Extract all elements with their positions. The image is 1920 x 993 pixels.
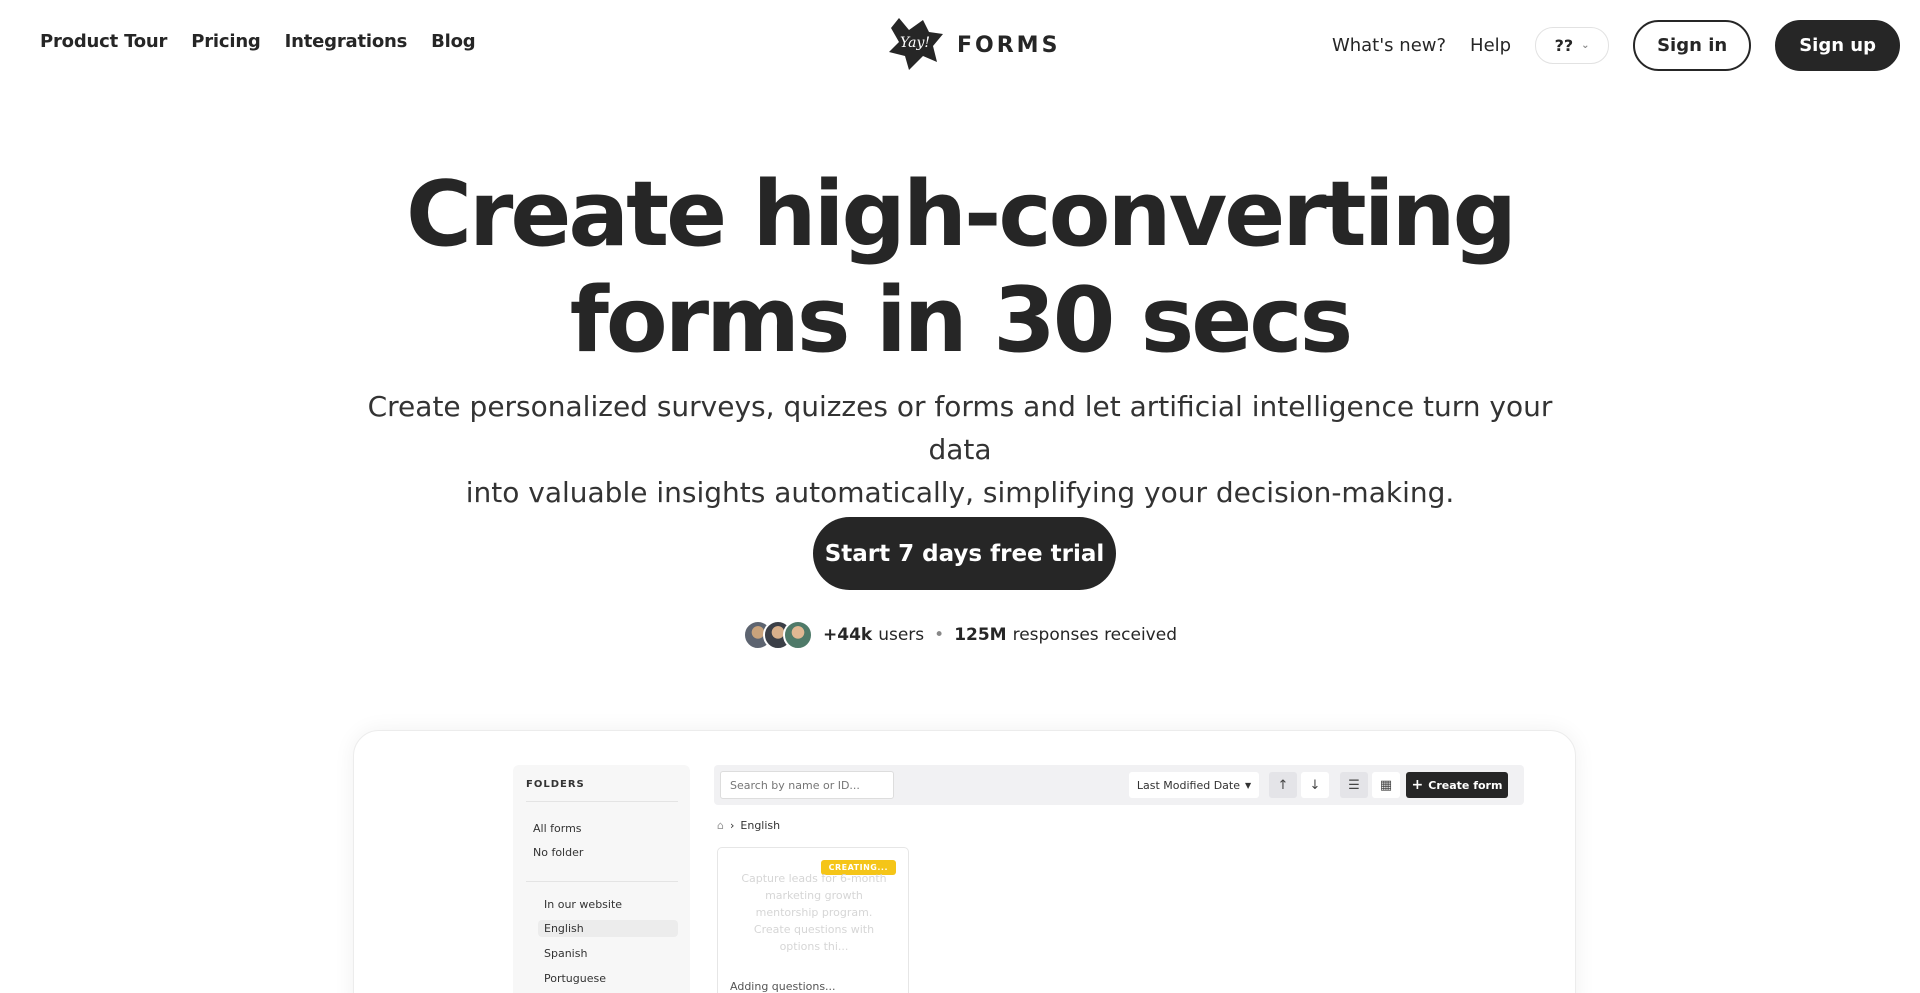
folders-panel: FOLDERS All forms No folder In our websi… (513, 765, 690, 993)
form-description: Capture leads for 6-month marketing grow… (741, 872, 887, 953)
arrow-up-icon: ↑ (1277, 777, 1289, 793)
separator-dot: • (934, 625, 945, 645)
language-select[interactable]: ?? ⌄ (1535, 27, 1610, 64)
plus-icon: + (1411, 777, 1424, 793)
responses-label: responses received (1012, 625, 1177, 645)
folder-all-forms[interactable]: All forms (533, 822, 582, 835)
hero-subtitle-line-2: into valuable insights automatically, si… (465, 476, 1455, 509)
breadcrumb-chevron-icon: › (729, 819, 735, 832)
hero-title-line-1: Create high-converting (405, 162, 1517, 267)
brand-name: FORMS (957, 32, 1061, 58)
responses-count: 125M (954, 625, 1007, 645)
language-value: ?? (1554, 36, 1574, 55)
folder-english[interactable]: English (538, 920, 678, 937)
start-trial-button[interactable]: Start 7 days free trial (813, 517, 1116, 590)
nav-integrations[interactable]: Integrations (285, 31, 408, 52)
grid-icon: ▦ (1379, 777, 1393, 793)
hero-title: Create high-converting forms in 30 secs (0, 162, 1920, 374)
sort-select[interactable]: Last Modified Date ▼ (1129, 772, 1259, 798)
nav-product-tour[interactable]: Product Tour (40, 31, 167, 52)
whats-new-link[interactable]: What's new? (1332, 35, 1446, 56)
form-card[interactable]: CREATING... Capture leads for 6-month ma… (717, 847, 909, 993)
grid-view-button[interactable]: ▦ (1372, 772, 1400, 798)
search-input[interactable] (720, 771, 894, 799)
folders-title: FOLDERS (526, 779, 585, 790)
avatar (783, 620, 813, 650)
divider (526, 801, 678, 802)
users-label: users (878, 625, 925, 645)
breadcrumb: ⌂ › English (717, 819, 780, 832)
users-count: +44k (823, 625, 873, 645)
sign-in-button[interactable]: Sign in (1633, 20, 1752, 71)
divider (526, 881, 678, 882)
create-form-button[interactable]: + Create form (1406, 772, 1508, 798)
list-view-button[interactable]: ☰ (1340, 772, 1368, 798)
sort-ascending-button[interactable]: ↑ (1269, 772, 1297, 798)
brand-logo[interactable]: Yay! FORMS (885, 16, 1060, 74)
help-link[interactable]: Help (1470, 35, 1511, 56)
arrow-down-icon: ↓ (1309, 777, 1321, 793)
hero-subtitle-line-1: Create personalized surveys, quizzes or … (367, 390, 1553, 466)
sign-up-button[interactable]: Sign up (1775, 20, 1900, 71)
forms-toolbar: Last Modified Date ▼ ↑ ↓ ☰ ▦ + Create fo… (714, 765, 1524, 805)
site-header: Product Tour Pricing Integrations Blog Y… (0, 0, 1920, 90)
primary-nav: Product Tour Pricing Integrations Blog (40, 31, 476, 52)
folder-no-folder[interactable]: No folder (533, 846, 583, 859)
folder-spanish[interactable]: Spanish (544, 947, 587, 960)
folder-in-our-website[interactable]: In our website (544, 898, 622, 911)
nav-pricing[interactable]: Pricing (191, 31, 261, 52)
breadcrumb-current: English (740, 819, 781, 832)
hero-title-line-2: forms in 30 secs (569, 268, 1353, 373)
chevron-down-icon: ⌄ (1581, 40, 1590, 51)
folder-portuguese[interactable]: Portuguese (544, 972, 606, 985)
nav-blog[interactable]: Blog (431, 31, 476, 52)
hero-subtitle: Create personalized surveys, quizzes or … (340, 385, 1580, 514)
sort-descending-button[interactable]: ↓ (1301, 772, 1329, 798)
user-avatars (743, 620, 813, 650)
social-proof: +44k users • 125M responses received (0, 620, 1920, 650)
svg-text:Yay!: Yay! (900, 35, 930, 51)
form-progress-text: Adding questions... (730, 980, 836, 993)
product-preview: FOLDERS All forms No folder In our websi… (353, 730, 1576, 993)
list-icon: ☰ (1348, 777, 1360, 793)
create-form-label: Create form (1428, 778, 1503, 792)
yay-logo-icon: Yay! (889, 18, 943, 70)
home-icon[interactable]: ⌂ (717, 819, 724, 832)
secondary-nav: What's new? Help ?? ⌄ Sign in Sign up (1332, 20, 1900, 71)
chevron-down-icon: ▼ (1244, 780, 1252, 790)
sort-value: Last Modified Date (1136, 778, 1240, 792)
